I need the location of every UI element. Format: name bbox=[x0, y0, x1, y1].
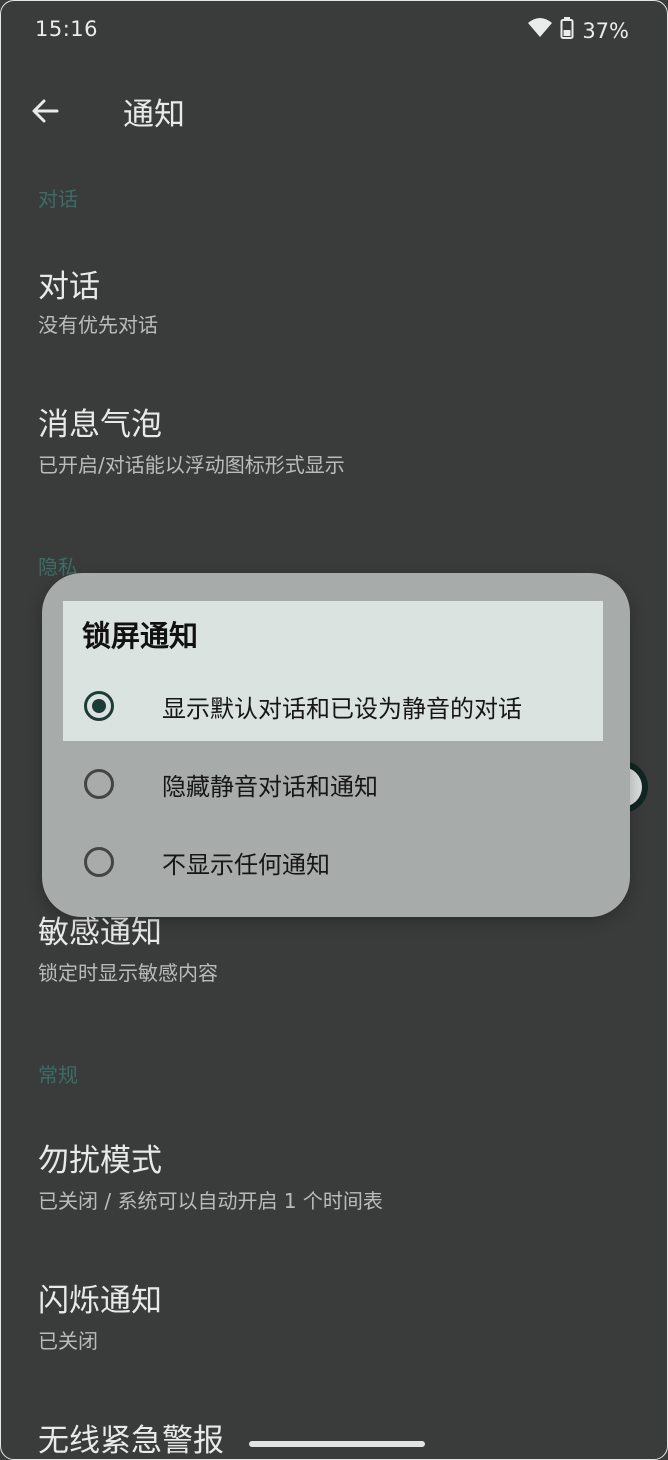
section-header-general: 常规 bbox=[38, 1063, 78, 1087]
status-time: 15:16 bbox=[35, 17, 99, 41]
battery-icon bbox=[560, 17, 574, 44]
item-title: 无线紧急警报 bbox=[38, 1423, 224, 1459]
arrow-back-icon[interactable] bbox=[25, 91, 65, 131]
item-title: 消息气泡 bbox=[38, 407, 162, 443]
page-title: 通知 bbox=[123, 97, 185, 133]
item-subtitle: 已开启/对话能以浮动图标形式显示 bbox=[38, 453, 345, 477]
item-title: 闪烁通知 bbox=[38, 1283, 162, 1319]
option-hide-silent[interactable]: 隐藏静音对话和通知 bbox=[42, 747, 630, 825]
option-label: 显示默认对话和已设为静音的对话 bbox=[162, 695, 522, 723]
wifi-icon bbox=[528, 18, 553, 43]
screen: 15:16 37% 通知 对话 对话 没有优先对话 消息气泡 已开启/对话能以浮… bbox=[0, 0, 668, 1460]
item-subtitle: 没有优先对话 bbox=[38, 313, 158, 337]
item-subtitle: 已关闭 / 系统可以自动开启 1 个时间表 bbox=[38, 1189, 383, 1213]
item-subtitle: 已关闭 bbox=[38, 1329, 98, 1353]
option-show-all[interactable]: 显示默认对话和已设为静音的对话 bbox=[42, 669, 630, 747]
radio-unchecked-icon[interactable] bbox=[84, 847, 114, 877]
option-label: 不显示任何通知 bbox=[162, 851, 330, 879]
battery-percent: 37% bbox=[582, 18, 629, 43]
dialog-title: 锁屏通知 bbox=[82, 619, 199, 653]
radio-unchecked-icon[interactable] bbox=[84, 769, 114, 799]
item-subtitle: 锁定时显示敏感内容 bbox=[38, 961, 218, 985]
gesture-nav-bar[interactable] bbox=[249, 1441, 425, 1447]
status-icons: 37% bbox=[528, 17, 629, 44]
app-bar: 通知 bbox=[1, 61, 667, 157]
lockscreen-dialog: 锁屏通知 显示默认对话和已设为静音的对话 隐藏静音对话和通知 不显示任何通知 bbox=[42, 573, 630, 917]
status-bar: 15:16 37% bbox=[1, 1, 667, 61]
item-title: 对话 bbox=[38, 269, 100, 305]
option-show-none[interactable]: 不显示任何通知 bbox=[42, 825, 630, 903]
radio-checked-icon[interactable] bbox=[84, 691, 114, 721]
item-title: 勿扰模式 bbox=[38, 1143, 162, 1179]
option-label: 隐藏静音对话和通知 bbox=[162, 773, 378, 801]
section-header-conversations: 对话 bbox=[38, 187, 78, 211]
